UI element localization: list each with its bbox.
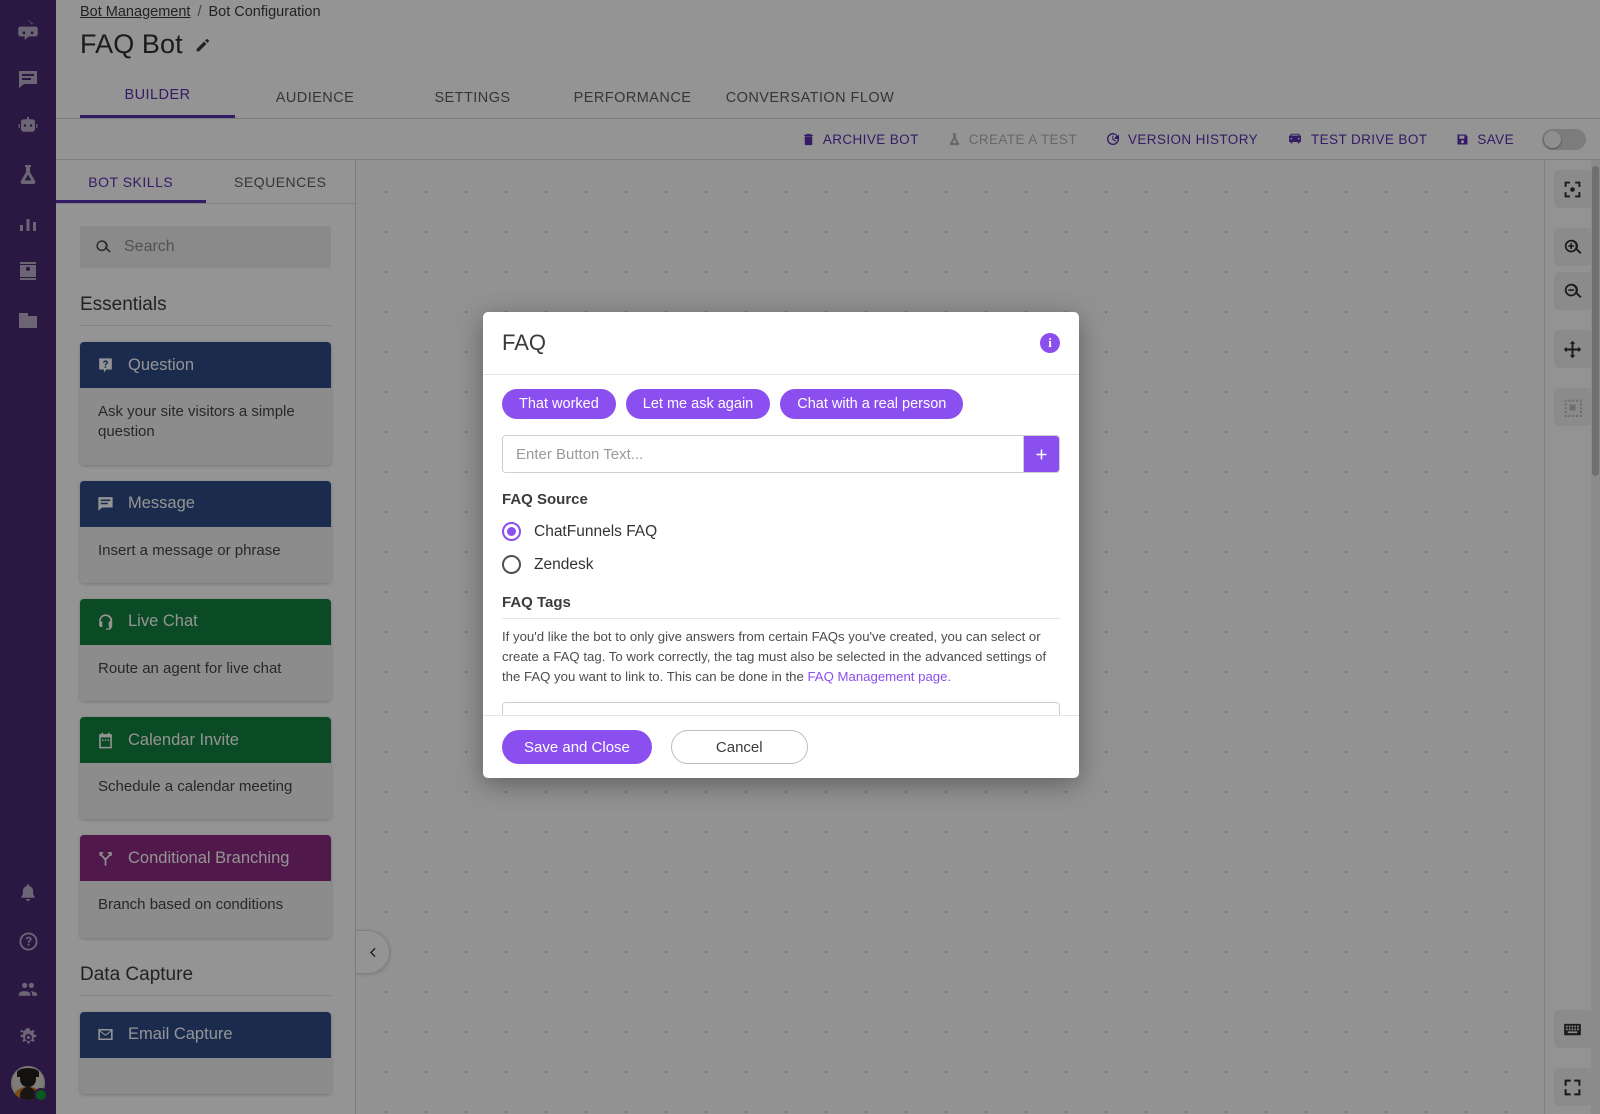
button-text-input[interactable]	[503, 436, 1023, 472]
save-and-close-button[interactable]: Save and Close	[502, 730, 652, 764]
radio-indicator[interactable]	[502, 522, 521, 541]
pill-button[interactable]: Chat with a real person	[780, 389, 964, 419]
radio-label: ChatFunnels FAQ	[534, 522, 658, 540]
cancel-button[interactable]: Cancel	[670, 730, 808, 764]
pill-button[interactable]: Let me ask again	[625, 389, 771, 419]
info-icon[interactable]: i	[1040, 333, 1060, 353]
radio-indicator[interactable]	[502, 555, 521, 574]
radio-zendesk[interactable]: Zendesk	[502, 555, 1060, 574]
faq-tags-help-text: If you'd like the bot to only give answe…	[502, 627, 1060, 688]
modal-header: FAQ i	[483, 312, 1079, 375]
add-button[interactable]	[1023, 436, 1059, 472]
faq-tags-help-body: If you'd like the bot to only give answe…	[502, 629, 1047, 685]
faq-tags-label: FAQ Tags	[502, 594, 1060, 619]
quick-reply-pills: That worked Let me ask again Chat with a…	[502, 389, 1060, 419]
faq-management-page-link[interactable]: FAQ Management page.	[807, 669, 951, 684]
plus-icon	[1036, 449, 1047, 459]
modal-title: FAQ	[502, 330, 547, 355]
radio-label: Zendesk	[534, 555, 594, 573]
app-root: Bot Management / Bot Configuration FAQ Bot…	[0, 0, 1600, 1114]
modal-body: That worked Let me ask again Chat with a…	[483, 375, 1079, 715]
add-button-row	[502, 435, 1060, 473]
faq-tags-select[interactable]: Select FAQ Tags	[502, 701, 1060, 715]
faq-skill-modal: FAQ i That worked Let me ask again Chat …	[483, 312, 1079, 778]
pill-button[interactable]: That worked	[502, 389, 616, 419]
faq-source-label: FAQ Source	[502, 491, 588, 508]
modal-footer: Save and Close Cancel	[483, 715, 1079, 778]
radio-chatfunnels-faq[interactable]: ChatFunnels FAQ	[502, 522, 1060, 541]
